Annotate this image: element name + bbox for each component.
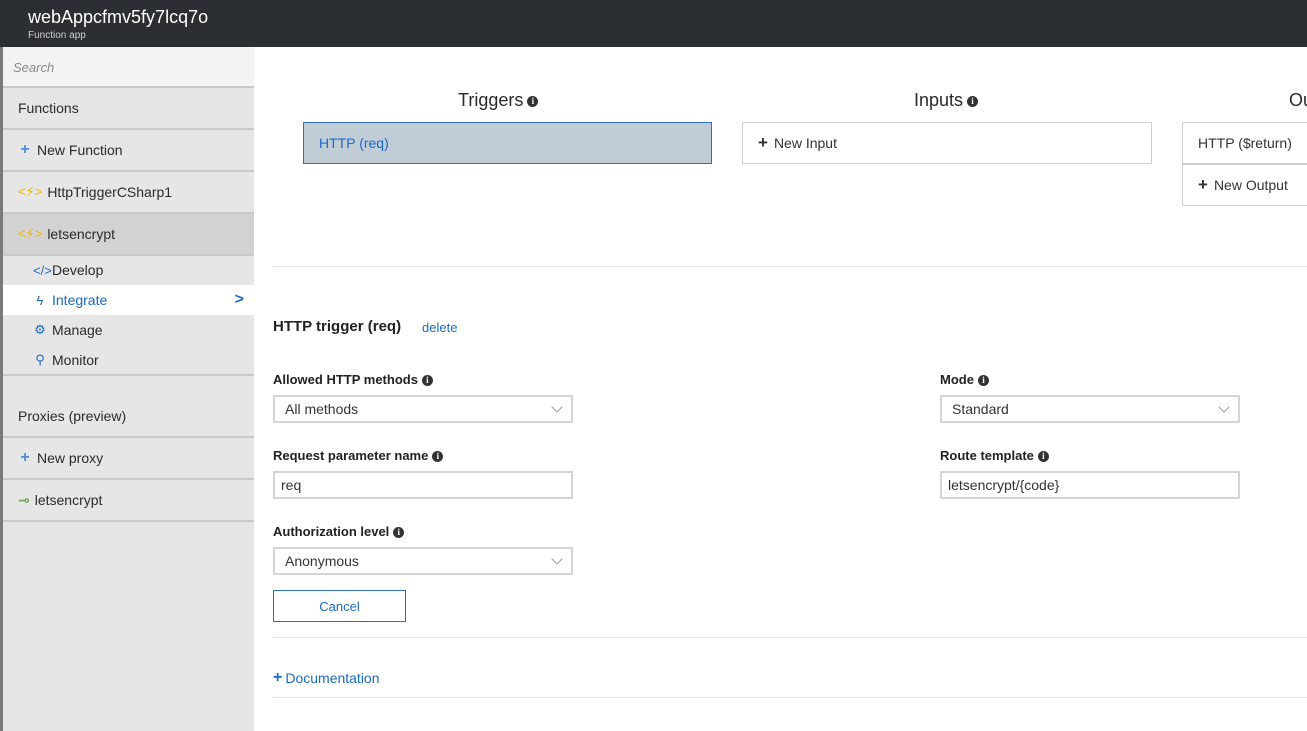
proxy-name: letsencrypt [34, 492, 103, 508]
function-name: letsencrypt [47, 226, 116, 242]
request-param-label-text: Request parameter name [273, 448, 429, 463]
request-param-input[interactable]: req [273, 471, 573, 499]
trigger-item-label: HTTP (req) [319, 135, 389, 151]
auth-level-value: Anonymous [285, 553, 359, 569]
divider [273, 266, 1307, 267]
route-template-label: Route template i [940, 448, 1049, 463]
integrate-label: Integrate [52, 292, 108, 308]
plus-icon: + [20, 449, 30, 466]
new-function-label: New Function [37, 142, 123, 158]
divider [273, 697, 1307, 698]
functions-label: Functions [18, 100, 79, 116]
gear-icon: ⚙ [34, 322, 46, 337]
plus-icon: + [1198, 175, 1208, 194]
chevron-right-icon: > [234, 291, 244, 308]
new-input-button[interactable]: + New Input [742, 122, 1152, 164]
route-template-value: letsencrypt/{code} [948, 477, 1060, 493]
allowed-methods-label: Allowed HTTP methods i [273, 372, 433, 387]
sidebar: Search Functions + New Function <⚡> Http… [0, 47, 254, 731]
documentation-link[interactable]: + Documentation [273, 669, 380, 687]
search-icon: ⚲ [35, 352, 45, 367]
app-type: Function app [28, 30, 86, 41]
outputs-title: Ou [1289, 90, 1307, 111]
chevron-down-icon [551, 553, 563, 565]
delete-link[interactable]: delete [422, 320, 457, 335]
mode-label-text: Mode [940, 372, 974, 387]
new-proxy-button[interactable]: + New proxy [3, 438, 254, 480]
new-output-label: New Output [1213, 177, 1288, 193]
triggers-title-text: Triggers [458, 90, 524, 110]
auth-level-select[interactable]: Anonymous [273, 547, 573, 575]
top-bar: webAppcfmv5fy7lcq7o Function app [0, 0, 1307, 47]
info-icon[interactable]: i [421, 375, 433, 387]
allowed-methods-label-text: Allowed HTTP methods [273, 372, 418, 387]
plus-icon: + [758, 133, 768, 152]
trigger-item-http[interactable]: HTTP (req) [303, 122, 712, 164]
new-output-button[interactable]: + New Output [1182, 164, 1307, 206]
sidebar-item-proxy[interactable]: ⊸ letsencrypt [3, 480, 254, 522]
divider [273, 637, 1307, 638]
request-param-label: Request parameter name i [273, 448, 444, 463]
function-icon: <⚡> [18, 226, 43, 241]
documentation-label: Documentation [285, 670, 380, 686]
auth-level-label: Authorization level i [273, 524, 405, 539]
sidebar-item-integrate[interactable]: ϟ Integrate > [3, 285, 254, 315]
chevron-down-icon [1218, 401, 1230, 413]
sidebar-item-monitor[interactable]: ⚲ Monitor [3, 345, 254, 375]
info-icon[interactable]: i [977, 375, 989, 387]
plus-icon: + [273, 669, 283, 686]
allowed-methods-value: All methods [285, 401, 359, 417]
info-icon[interactable]: i [1037, 451, 1049, 463]
route-template-input[interactable]: letsencrypt/{code} [940, 471, 1240, 499]
new-proxy-label: New proxy [37, 450, 104, 466]
new-input-label: New Input [773, 135, 837, 151]
function-name: HttpTriggerCSharp1 [47, 184, 173, 200]
inputs-title-text: Inputs [914, 90, 964, 110]
code-icon: </> [33, 262, 52, 278]
output-item-label: HTTP ($return) [1198, 135, 1292, 151]
triggers-title: Triggers i [458, 90, 539, 111]
output-item-http[interactable]: HTTP ($return) [1182, 122, 1307, 164]
mode-label: Mode i [940, 372, 989, 387]
function-icon: <⚡> [18, 184, 43, 199]
manage-label: Manage [52, 322, 103, 338]
bolt-icon: ϟ [36, 292, 44, 308]
new-function-button[interactable]: + New Function [3, 130, 254, 172]
chevron-down-icon [551, 401, 563, 413]
app-name: webAppcfmv5fy7lcq7o [28, 7, 209, 27]
route-template-label-text: Route template [940, 448, 1034, 463]
info-icon[interactable]: i [393, 527, 405, 539]
auth-level-label-text: Authorization level [273, 524, 390, 539]
info-icon[interactable]: i [432, 451, 444, 463]
plus-icon: + [20, 141, 30, 158]
sidebar-item-develop[interactable]: </> Develop [3, 255, 254, 285]
request-param-value: req [281, 477, 302, 493]
trigger-detail-title: HTTP trigger (req) [273, 318, 402, 335]
sidebar-item-function[interactable]: <⚡> HttpTriggerCSharp1 [3, 172, 254, 214]
sidebar-item-functions[interactable]: Functions [3, 88, 254, 130]
info-icon[interactable]: i [967, 95, 979, 107]
sidebar-item-manage[interactable]: ⚙ Manage [3, 315, 254, 345]
cancel-button[interactable]: Cancel [273, 590, 406, 622]
allowed-methods-select[interactable]: All methods [273, 395, 573, 423]
proxy-icon: ⊸ [18, 491, 30, 508]
search-input[interactable]: Search [3, 47, 254, 88]
inputs-title: Inputs i [914, 90, 979, 111]
outputs-title-text: Ou [1289, 90, 1307, 110]
sidebar-item-function-selected[interactable]: <⚡> letsencrypt [3, 214, 254, 256]
info-icon[interactable]: i [527, 95, 539, 107]
develop-label: Develop [52, 262, 104, 278]
mode-select[interactable]: Standard [940, 395, 1240, 423]
mode-value: Standard [952, 401, 1009, 417]
proxies-label: Proxies (preview) [18, 408, 127, 424]
sidebar-item-proxies[interactable]: Proxies (preview) [3, 396, 254, 438]
monitor-label: Monitor [52, 352, 99, 368]
divider [3, 374, 254, 376]
